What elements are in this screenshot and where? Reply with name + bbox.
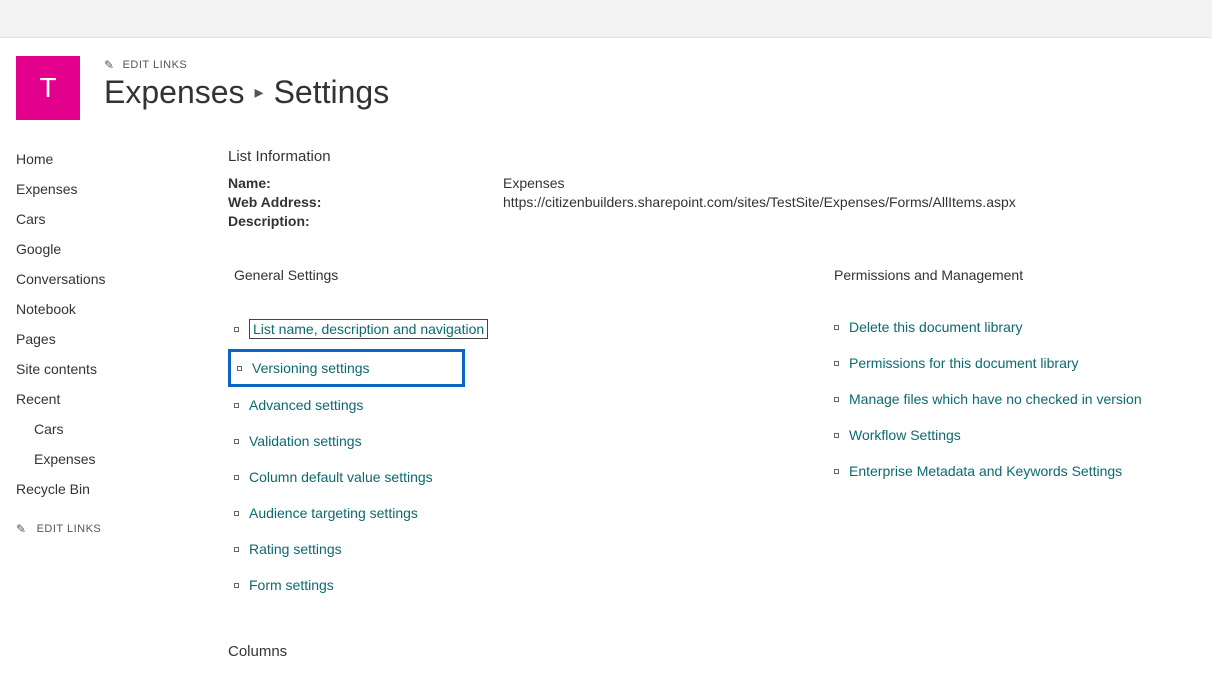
bullet-icon	[834, 325, 839, 330]
nav-home[interactable]: Home	[16, 144, 206, 174]
list-information: List Information Name: Expenses Web Addr…	[228, 148, 1196, 229]
bullet-icon	[834, 397, 839, 402]
bullet-icon	[234, 583, 239, 588]
nav-recent-cars[interactable]: Cars	[16, 414, 206, 444]
link-versioning[interactable]: Versioning settings	[228, 349, 465, 387]
link-form[interactable]: Form settings	[228, 567, 828, 603]
top-bar	[0, 0, 1212, 38]
link-permissions-library[interactable]: Permissions for this document library	[828, 345, 1196, 381]
nav-expenses[interactable]: Expenses	[16, 174, 206, 204]
nav-notebook[interactable]: Notebook	[16, 294, 206, 324]
link-text-list-name: List name, description and navigation	[249, 319, 488, 339]
nav-recent[interactable]: Recent	[16, 384, 206, 414]
link-text-form: Form settings	[249, 577, 334, 593]
link-text-column-default: Column default value settings	[249, 469, 433, 485]
edit-links-label: EDIT LINKS	[123, 59, 188, 71]
bullet-icon	[834, 361, 839, 366]
link-text-enterprise-metadata: Enterprise Metadata and Keywords Setting…	[849, 463, 1122, 479]
general-settings-column: General Settings List name, description …	[228, 259, 828, 660]
link-enterprise-metadata[interactable]: Enterprise Metadata and Keywords Setting…	[828, 453, 1196, 489]
link-manage-files[interactable]: Manage files which have no checked in ve…	[828, 381, 1196, 417]
edit-links-label: EDIT LINKS	[37, 523, 102, 535]
breadcrumb-separator-icon: ▸	[255, 82, 264, 103]
bullet-icon	[834, 469, 839, 474]
breadcrumb: Expenses ▸ Settings	[104, 74, 1196, 111]
link-text-manage-files: Manage files which have no checked in ve…	[849, 391, 1142, 407]
main-content: List Information Name: Expenses Web Addr…	[206, 144, 1196, 660]
left-nav: Home Expenses Cars Google Conversations …	[16, 144, 206, 660]
nav-google[interactable]: Google	[16, 234, 206, 264]
link-text-versioning: Versioning settings	[252, 360, 370, 376]
nav-cars[interactable]: Cars	[16, 204, 206, 234]
pencil-icon: ✎	[16, 522, 27, 536]
page-header: T ✎ EDIT LINKS Expenses ▸ Settings	[0, 38, 1212, 120]
bullet-icon	[234, 439, 239, 444]
nav-recycle-bin[interactable]: Recycle Bin	[16, 474, 206, 504]
info-row-address: Web Address: https://citizenbuilders.sha…	[228, 194, 1196, 210]
link-advanced[interactable]: Advanced settings	[228, 387, 828, 423]
bullet-icon	[234, 327, 239, 332]
link-audience-targeting[interactable]: Audience targeting settings	[228, 495, 828, 531]
info-row-name: Name: Expenses	[228, 175, 1196, 191]
breadcrumb-page: Settings	[274, 74, 390, 111]
link-column-default[interactable]: Column default value settings	[228, 459, 828, 495]
nav-recent-expenses[interactable]: Expenses	[16, 444, 206, 474]
permissions-heading: Permissions and Management	[828, 267, 1196, 283]
bullet-icon	[234, 547, 239, 552]
link-workflow[interactable]: Workflow Settings	[828, 417, 1196, 453]
general-settings-list: List name, description and navigation Ve…	[228, 309, 828, 603]
info-value-address: https://citizenbuilders.sharepoint.com/s…	[503, 194, 1016, 210]
bullet-icon	[234, 475, 239, 480]
site-logo[interactable]: T	[16, 56, 80, 120]
info-value-name: Expenses	[503, 175, 564, 191]
link-validation[interactable]: Validation settings	[228, 423, 828, 459]
info-row-description: Description:	[228, 213, 1196, 229]
link-text-delete: Delete this document library	[849, 319, 1023, 335]
info-label-address: Web Address:	[228, 194, 503, 210]
breadcrumb-list[interactable]: Expenses	[104, 74, 245, 111]
link-text-advanced: Advanced settings	[249, 397, 363, 413]
columns-heading: Columns	[228, 643, 828, 660]
edit-links-bottom[interactable]: ✎ EDIT LINKS	[16, 522, 206, 536]
link-delete-library[interactable]: Delete this document library	[828, 309, 1196, 345]
permissions-column: Permissions and Management Delete this d…	[828, 259, 1196, 660]
bullet-icon	[237, 366, 242, 371]
nav-conversations[interactable]: Conversations	[16, 264, 206, 294]
info-label-name: Name:	[228, 175, 503, 191]
link-rating[interactable]: Rating settings	[228, 531, 828, 567]
bullet-icon	[834, 433, 839, 438]
list-info-heading: List Information	[228, 148, 1196, 165]
body: Home Expenses Cars Google Conversations …	[0, 120, 1212, 660]
link-text-rating: Rating settings	[249, 541, 342, 557]
pencil-icon: ✎	[104, 58, 115, 72]
permissions-list: Delete this document library Permissions…	[828, 309, 1196, 489]
info-label-description: Description:	[228, 213, 503, 229]
link-list-name[interactable]: List name, description and navigation	[228, 309, 828, 349]
link-text-workflow: Workflow Settings	[849, 427, 961, 443]
nav-site-contents[interactable]: Site contents	[16, 354, 206, 384]
bullet-icon	[234, 403, 239, 408]
settings-columns: General Settings List name, description …	[228, 259, 1196, 660]
header-content: ✎ EDIT LINKS Expenses ▸ Settings	[104, 56, 1196, 111]
link-text-validation: Validation settings	[249, 433, 362, 449]
bullet-icon	[234, 511, 239, 516]
edit-links-top[interactable]: ✎ EDIT LINKS	[104, 58, 1196, 72]
link-text-permissions: Permissions for this document library	[849, 355, 1079, 371]
nav-pages[interactable]: Pages	[16, 324, 206, 354]
general-settings-heading: General Settings	[228, 267, 828, 283]
link-text-audience: Audience targeting settings	[249, 505, 418, 521]
